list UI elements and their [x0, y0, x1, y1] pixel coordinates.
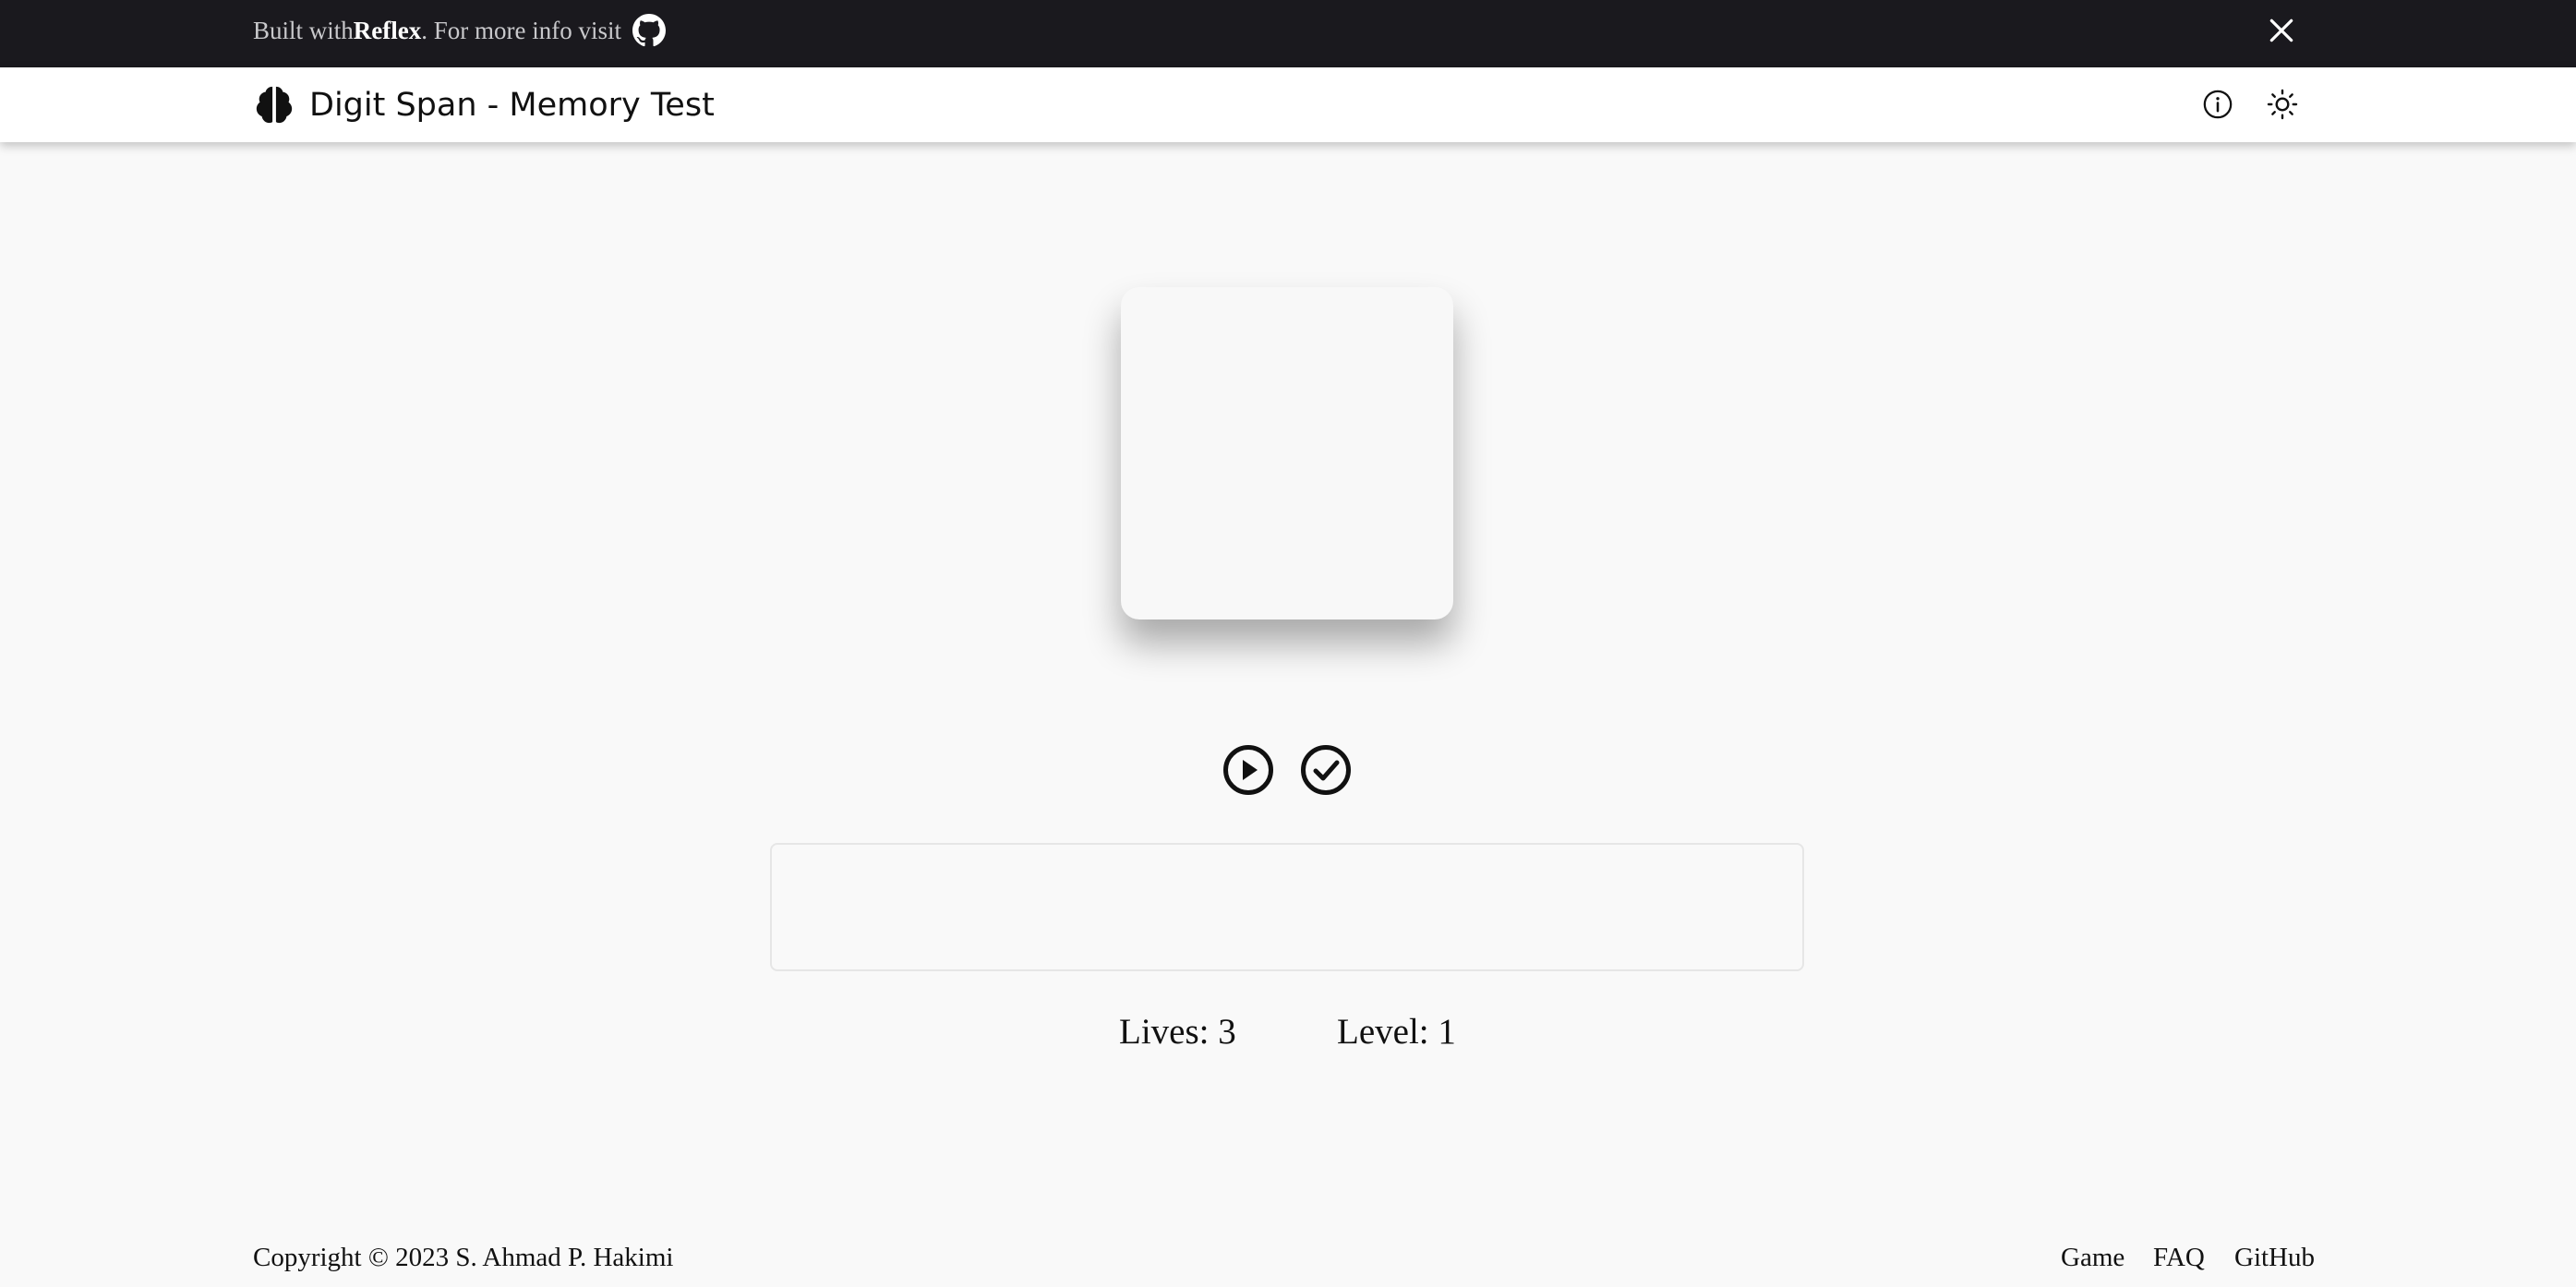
- banner-brand[interactable]: Reflex: [354, 17, 421, 45]
- digit-card: [1121, 287, 1453, 619]
- footer-link-faq[interactable]: FAQ: [2153, 1243, 2205, 1273]
- answer-input[interactable]: [770, 843, 1804, 971]
- app-header: Digit Span - Memory Test: [0, 67, 2576, 142]
- reflex-banner: Built with Reflex. For more info visit: [0, 0, 2576, 67]
- banner-suffix: . For more info visit: [421, 16, 621, 44]
- play-circle-icon[interactable]: [1222, 744, 1274, 796]
- level-counter: Level: 1: [1337, 1012, 1456, 1052]
- footer-copyright: Copyright © 2023 S. Ahmad P. Hakimi: [253, 1243, 674, 1272]
- github-icon[interactable]: [632, 14, 666, 47]
- lives-counter: Lives: 3: [1119, 1012, 1236, 1052]
- footer-link-github[interactable]: GitHub: [2234, 1243, 2315, 1273]
- close-icon[interactable]: [2267, 16, 2296, 45]
- banner-text: Built with Reflex. For more info visit: [253, 0, 666, 61]
- banner-prefix: Built with: [253, 16, 354, 44]
- digit-display: [1121, 287, 1453, 619]
- info-icon[interactable]: [2202, 89, 2233, 120]
- brain-icon: [256, 86, 293, 124]
- check-circle-icon[interactable]: [1300, 744, 1352, 796]
- sun-icon[interactable]: [2266, 88, 2299, 121]
- app-title: Digit Span - Memory Test: [309, 86, 715, 124]
- footer-link-game[interactable]: Game: [2061, 1243, 2125, 1273]
